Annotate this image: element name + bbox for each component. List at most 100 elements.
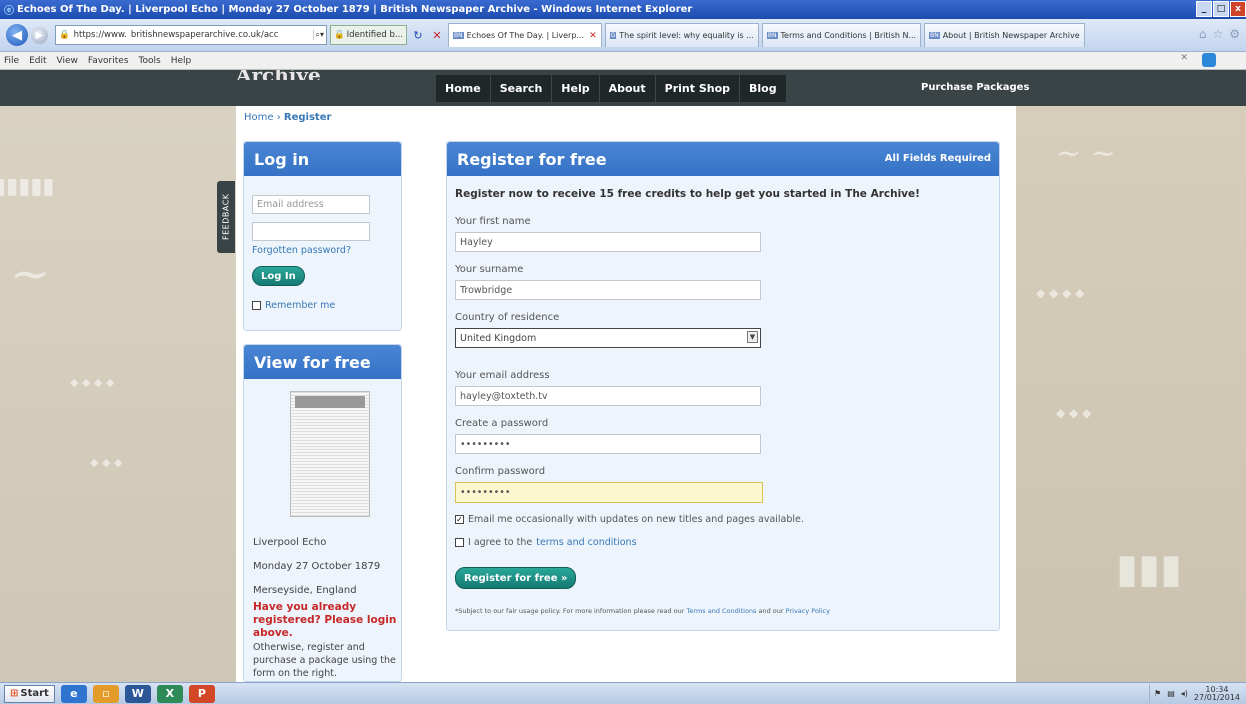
address-domain: britishnewspaperarchive.co.uk/acc: [130, 30, 279, 40]
breadcrumb-current: Register: [283, 112, 332, 123]
agree-terms-checkbox[interactable]: I agree to the terms and conditions: [455, 537, 637, 548]
refresh-icon[interactable]: ↻: [410, 26, 426, 44]
nav-search[interactable]: Search: [491, 75, 553, 102]
menu-bar: File Edit View Favorites Tools Help ✕: [0, 52, 1246, 70]
menu-tools[interactable]: Tools: [139, 56, 161, 66]
newspaper-thumbnail[interactable]: [290, 391, 370, 517]
nav-help[interactable]: Help: [552, 75, 600, 102]
home-icon[interactable]: ⌂: [1199, 27, 1207, 41]
tab-terms[interactable]: BN Terms and Conditions | British N...: [761, 23, 922, 47]
dropdown-arrow-icon[interactable]: ▼: [747, 331, 758, 343]
network-icon[interactable]: ▤: [1167, 689, 1175, 698]
identity-badge[interactable]: 🔒 Identified b...: [330, 25, 407, 45]
checkbox-box-checked[interactable]: ✓: [455, 515, 464, 524]
menu-help[interactable]: Help: [171, 56, 192, 66]
background-decoration-left: ▮▮▮▮▮ ~ ◆ ◆ ◆ ◆ ◆ ◆ ◆: [0, 106, 236, 682]
lock-icon: 🔒: [334, 30, 345, 40]
word-taskbar-icon[interactable]: W: [124, 684, 151, 703]
nav-about[interactable]: About: [600, 75, 656, 102]
close-button[interactable]: x: [1230, 1, 1246, 17]
email-label: Your email address: [455, 370, 550, 381]
site-logo[interactable]: Archive: [236, 70, 321, 80]
login-panel: Log in Email address Forgotten password?…: [243, 141, 402, 331]
excel-taskbar-icon[interactable]: X: [156, 684, 183, 703]
breadcrumb-home[interactable]: Home: [244, 112, 274, 123]
create-password-label: Create a password: [455, 418, 549, 429]
ie-taskbar-icon[interactable]: e: [60, 684, 87, 703]
window-titlebar: ⓔ Echoes Of The Day. | Liverpool Echo | …: [0, 0, 1246, 19]
maximize-button[interactable]: □: [1213, 1, 1229, 17]
country-select[interactable]: United Kingdom ▼: [455, 328, 761, 348]
view-for-free-panel: View for free Liverpool Echo Monday 27 O…: [243, 344, 402, 682]
lock-icon: 🔒: [59, 30, 70, 40]
fine-privacy-link[interactable]: Privacy Policy: [786, 607, 830, 615]
login-button[interactable]: Log In: [252, 266, 305, 286]
confirm-password-label: Confirm password: [455, 466, 546, 477]
flag-icon[interactable]: ⚑: [1154, 689, 1161, 698]
fine-and: and our: [758, 607, 784, 615]
already-registered-note: Have you already registered? Please logi…: [253, 601, 397, 639]
login-email-input[interactable]: Email address: [252, 195, 370, 214]
system-tray: ⚑ ▤ ◂) 10:34 27/01/2014: [1149, 684, 1244, 703]
checkbox-box[interactable]: [455, 538, 464, 547]
bna-favicon-icon: BN: [766, 32, 778, 39]
menu-view[interactable]: View: [57, 56, 78, 66]
close-tab-icon[interactable]: ✕: [589, 31, 597, 41]
fine-terms-link[interactable]: Terms and Conditions: [687, 607, 757, 615]
favorites-star-icon[interactable]: ☆: [1212, 27, 1223, 41]
nav-home[interactable]: Home: [436, 75, 491, 102]
minimize-button[interactable]: _: [1196, 1, 1212, 17]
register-button[interactable]: Register for free »: [455, 567, 577, 589]
address-bar[interactable]: 🔒 https://www. britishnewspaperarchive.c…: [55, 25, 327, 45]
menu-file[interactable]: File: [4, 56, 19, 66]
forward-button[interactable]: ▶: [31, 26, 48, 44]
login-password-input[interactable]: [252, 222, 370, 241]
background-decoration-right: ~ ~ ◆ ◆ ◆ ◆ ◆ ◆ ◆ ▮▮▮: [1016, 106, 1246, 682]
view-paper-place: Merseyside, England: [253, 585, 357, 596]
browser-navbar: ◀ ▶ 🔒 https://www. britishnewspaperarchi…: [0, 19, 1246, 52]
email-input[interactable]: hayley@toxteth.tv: [455, 386, 761, 406]
clock[interactable]: 10:34 27/01/2014: [1194, 685, 1240, 702]
view-panel-title: View for free: [244, 345, 401, 379]
surname-input[interactable]: Trowbridge: [455, 280, 761, 300]
create-password-input[interactable]: •••••••••: [455, 434, 761, 454]
outlook-icon[interactable]: [1202, 53, 1216, 67]
login-panel-title: Log in: [244, 142, 401, 176]
windows-taskbar: ⊞ Start e ▫ W X P ⚑ ▤ ◂) 10:34 27/01/201…: [0, 682, 1246, 704]
remember-me-checkbox[interactable]: Remember me: [252, 300, 335, 311]
volume-icon[interactable]: ◂): [1181, 689, 1188, 698]
fair-usage-note: *Subject to our fair usage policy. For m…: [455, 607, 830, 615]
confirm-password-input[interactable]: •••••••••: [455, 482, 763, 503]
powerpoint-taskbar-icon[interactable]: P: [188, 684, 215, 703]
main-content: Home › Register Log in Email address For…: [236, 106, 1016, 682]
close-icon[interactable]: ✕: [1180, 53, 1188, 67]
nav-print-shop[interactable]: Print Shop: [656, 75, 741, 102]
country-value: United Kingdom: [460, 332, 537, 344]
explorer-taskbar-icon[interactable]: ▫: [92, 684, 119, 703]
feedback-tab[interactable]: FEEDBACK: [217, 181, 235, 253]
stop-icon[interactable]: ✕: [429, 26, 445, 44]
menubar-right: ✕: [1180, 53, 1216, 67]
checkbox-box[interactable]: [252, 301, 261, 310]
settings-gear-icon[interactable]: ⚙: [1229, 27, 1240, 41]
search-icon[interactable]: ⌕▾: [312, 30, 327, 40]
menu-favorites[interactable]: Favorites: [88, 56, 129, 66]
email-updates-checkbox[interactable]: ✓ Email me occasionally with updates on …: [455, 514, 804, 525]
menu-edit[interactable]: Edit: [29, 56, 46, 66]
country-label: Country of residence: [455, 312, 560, 323]
tab-spirit-level[interactable]: G The spirit level: why equality is ...: [604, 23, 759, 47]
terms-link[interactable]: terms and conditions: [536, 537, 636, 548]
register-panel-header: Register for free All Fields Required: [447, 142, 999, 176]
breadcrumb-separator: ›: [276, 112, 281, 123]
first-name-input[interactable]: Hayley: [455, 232, 761, 252]
tab-about[interactable]: BN About | British Newspaper Archive: [924, 23, 1085, 47]
tab-echoes[interactable]: BN Echoes Of The Day. | Liverp... ✕: [448, 23, 602, 47]
fine-prefix: *Subject to our fair usage policy. For m…: [455, 607, 685, 615]
purchase-packages-link[interactable]: Purchase Packages: [921, 82, 1029, 93]
view-paper-title: Liverpool Echo: [253, 537, 327, 548]
forgotten-password-link[interactable]: Forgotten password?: [252, 245, 351, 256]
start-button[interactable]: ⊞ Start: [4, 684, 55, 703]
nav-blog[interactable]: Blog: [740, 75, 787, 102]
back-button[interactable]: ◀: [6, 24, 28, 46]
tab-label: Terms and Conditions | British N...: [780, 31, 917, 40]
